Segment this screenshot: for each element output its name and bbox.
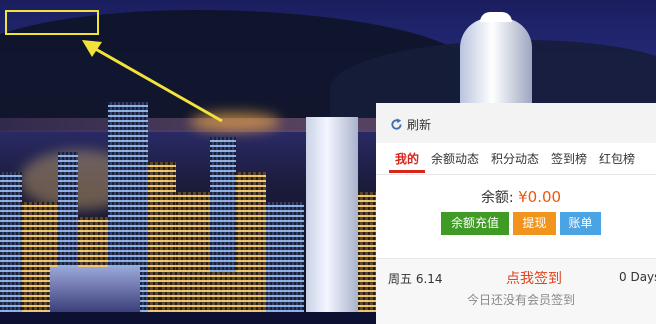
tab-balance-activity[interactable]: 余额动态 <box>431 150 479 167</box>
tab-signin-ranking[interactable]: 签到榜 <box>551 150 587 167</box>
bill-button[interactable]: 账单 <box>560 212 601 235</box>
signin-note: 今日还没有会员签到 <box>467 293 576 307</box>
recharge-button[interactable]: 余额充值 <box>441 212 509 235</box>
refresh-label: 刷新 <box>407 118 432 132</box>
signin-date: 周五 6.14 <box>388 270 443 287</box>
refresh-icon <box>391 118 402 130</box>
panel-header: 刷新 <box>376 103 656 143</box>
member-panel: 刷新 我的 余额动态 积分动态 签到榜 红包榜 余额: ¥0.00 余额充值 提… <box>376 103 656 324</box>
refresh-button[interactable]: 刷新 <box>390 116 431 133</box>
withdraw-button[interactable]: 提现 <box>513 212 556 235</box>
balance-value: ¥0.00 <box>518 188 562 206</box>
active-tab-indicator <box>389 170 425 173</box>
tab-mine[interactable]: 我的 <box>395 150 419 167</box>
signin-day: 6.14 <box>415 272 443 286</box>
balance-label: 余额: <box>480 190 514 206</box>
signin-days: 0 Days <box>619 270 656 284</box>
panel-tabs: 我的 余额动态 积分动态 签到榜 红包榜 <box>376 143 656 175</box>
balance-line: 余额: ¥0.00 <box>376 187 656 207</box>
signin-section: 周五 6.14 点我签到 0 Days 今日还没有会员签到 <box>376 258 656 324</box>
signin-button[interactable]: 点我签到 <box>506 268 562 288</box>
tab-red-packet-ranking[interactable]: 红包榜 <box>599 150 635 167</box>
signin-weekday: 周五 <box>388 272 413 286</box>
tab-points-activity[interactable]: 积分动态 <box>491 150 539 167</box>
